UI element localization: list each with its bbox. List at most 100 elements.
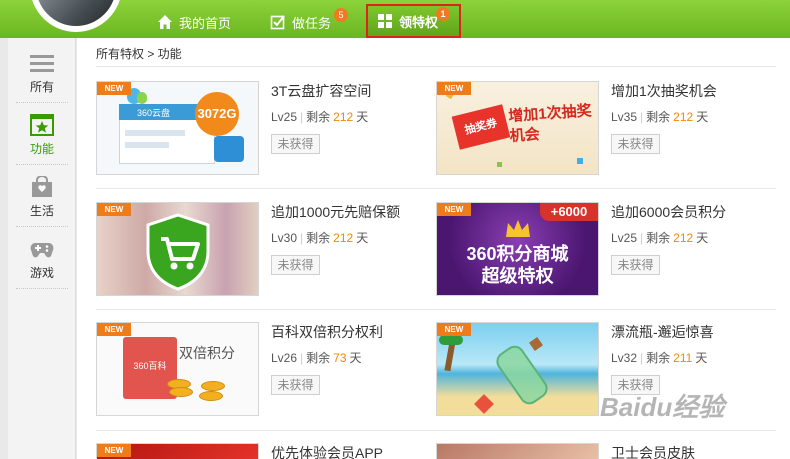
divider bbox=[96, 66, 776, 67]
privilege-card[interactable]: NEW 抽奖券 增加1次抽奖机会 增加1次抽奖机会 Lv35 | 剩余 212 天 未获… bbox=[436, 81, 776, 191]
card-title[interactable]: 追加6000会员积分 bbox=[611, 202, 726, 222]
divider bbox=[16, 102, 68, 103]
nav-tasks[interactable]: 做任务 5 bbox=[270, 6, 348, 38]
new-tag: NEW bbox=[97, 323, 131, 336]
card-thumbnail[interactable]: NEW bbox=[96, 202, 259, 296]
card-status: 未获得 bbox=[271, 134, 320, 154]
new-tag: NEW bbox=[437, 82, 471, 95]
points-mall-image: +6000 360积分商城 超级特权 bbox=[437, 203, 598, 295]
card-thumbnail[interactable]: NEW 360云盘 3072G bbox=[96, 81, 259, 175]
card-title[interactable]: 百科双倍积分权利 bbox=[271, 322, 383, 342]
card-thumbnail[interactable]: NEW bbox=[436, 322, 599, 416]
top-bar: 我的首页 做任务 5 领特权 1 bbox=[0, 0, 790, 38]
sidebar-item-games[interactable]: 游戏 bbox=[8, 228, 76, 288]
lottery-ticket-image: 抽奖券 增加1次抽奖机会 bbox=[437, 82, 598, 174]
privilege-card[interactable]: NEW 追加1000元先赔保额 Lv30 | 剩余 212 天 未获得 bbox=[96, 202, 436, 312]
privilege-card[interactable]: NEW 360百科 双倍积分 百科双倍积分权利 Lv26 | 剩余 73 天 未获得 bbox=[96, 322, 436, 432]
nav-privileges[interactable]: 领特权 1 bbox=[366, 4, 461, 38]
crown-icon bbox=[506, 220, 530, 237]
sidebar-item-label: 生活 bbox=[29, 204, 54, 218]
privileges-badge: 1 bbox=[436, 7, 450, 21]
card-level: Lv25 bbox=[271, 110, 298, 124]
nav-tasks-label: 做任务 bbox=[292, 15, 332, 31]
card-days-unit: 天 bbox=[356, 110, 369, 124]
sidebar: 所有 功能 生活 游戏 bbox=[8, 38, 76, 459]
card-remain-label: 剩余 bbox=[306, 351, 331, 365]
privilege-card[interactable]: NEW +6000 360积分商城 超级特权 追加6000会员积分 Lv25 | 剩… bbox=[436, 202, 776, 312]
sidebar-item-all[interactable]: 所有 bbox=[8, 42, 76, 102]
art-text: 增加1次抽奖机会 bbox=[507, 102, 593, 146]
card-level: Lv35 bbox=[611, 110, 638, 124]
card-thumbnail[interactable] bbox=[436, 443, 599, 459]
sidebar-item-label: 游戏 bbox=[29, 266, 54, 280]
card-meta: Lv25 | 剩余 212 天 bbox=[271, 110, 369, 124]
card-days-unit: 天 bbox=[356, 231, 369, 245]
card-level: Lv26 bbox=[271, 351, 298, 365]
art-subtext: 超级特权 bbox=[481, 266, 554, 286]
card-days: 211 bbox=[673, 351, 693, 365]
card-level: Lv32 bbox=[611, 351, 638, 365]
gamepad-icon bbox=[30, 243, 54, 258]
capacity-badge: 3072G bbox=[195, 92, 239, 136]
sidebar-item-label: 功能 bbox=[29, 142, 54, 156]
star-icon bbox=[30, 114, 54, 136]
card-thumbnail[interactable]: NEW 抽奖券 增加1次抽奖机会 bbox=[436, 81, 599, 175]
skin-image bbox=[437, 444, 598, 459]
card-thumbnail[interactable]: NEW +6000 360积分商城 超级特权 bbox=[436, 202, 599, 296]
card-meta: Lv30 | 剩余 212 天 bbox=[271, 231, 369, 245]
card-title[interactable]: 增加1次抽奖机会 bbox=[611, 81, 717, 101]
card-meta: Lv25 | 剩余 212 天 bbox=[611, 231, 709, 245]
card-thumbnail[interactable]: NEW bbox=[96, 443, 259, 459]
card-title[interactable]: 3T云盘扩容空间 bbox=[271, 81, 371, 101]
card-level: Lv30 bbox=[271, 231, 298, 245]
card-status: 未获得 bbox=[271, 255, 320, 275]
privilege-card[interactable]: 卫士会员皮肤 bbox=[436, 443, 776, 459]
privilege-card[interactable]: NEW 360云盘 3072G 3T云盘扩容空间 Lv25 | 剩余 212 天 未获得 bbox=[96, 81, 436, 191]
card-remain-label: 剩余 bbox=[646, 110, 671, 124]
checkbox-icon bbox=[270, 15, 285, 30]
new-tag: NEW bbox=[97, 203, 131, 216]
tasks-badge: 5 bbox=[334, 8, 348, 22]
art-subtext: 360云盘 bbox=[137, 108, 171, 118]
card-meta: Lv32 | 剩余 211 天 bbox=[611, 351, 708, 365]
card-meta: Lv26 | 剩余 73 天 bbox=[271, 351, 362, 365]
card-remain-label: 剩余 bbox=[646, 351, 671, 365]
shopping-shield-image bbox=[97, 203, 258, 295]
new-tag: NEW bbox=[97, 444, 131, 457]
art-text: 双倍积分 bbox=[179, 345, 235, 361]
bag-icon bbox=[32, 176, 52, 197]
nav-privileges-label: 领特权 bbox=[399, 14, 439, 30]
encyclopedia-book-image: 360百科 双倍积分 bbox=[97, 323, 258, 415]
divider bbox=[96, 188, 436, 189]
cloud-disk-image: 360云盘 3072G bbox=[97, 82, 258, 174]
card-title[interactable]: 卫士会员皮肤 bbox=[611, 443, 695, 459]
new-tag: NEW bbox=[437, 203, 471, 216]
divider bbox=[96, 430, 436, 431]
list-icon bbox=[30, 55, 54, 72]
home-icon bbox=[158, 15, 172, 29]
privilege-card[interactable]: NEW 优先体验会员APP bbox=[96, 443, 436, 459]
divider bbox=[436, 309, 776, 310]
card-title[interactable]: 追加1000元先赔保额 bbox=[271, 202, 400, 222]
breadcrumb: 所有特权 > 功能 bbox=[96, 47, 182, 61]
divider bbox=[16, 288, 68, 289]
card-thumbnail[interactable]: NEW 360百科 双倍积分 bbox=[96, 322, 259, 416]
nav-home[interactable]: 我的首页 bbox=[157, 6, 231, 38]
sidebar-item-life[interactable]: 生活 bbox=[8, 166, 76, 226]
divider bbox=[436, 430, 776, 431]
card-days: 212 bbox=[673, 110, 694, 124]
card-title[interactable]: 优先体验会员APP bbox=[271, 443, 383, 459]
card-status: 未获得 bbox=[611, 134, 660, 154]
new-tag: NEW bbox=[97, 82, 131, 95]
card-days-unit: 天 bbox=[349, 351, 362, 365]
card-days-unit: 天 bbox=[696, 110, 709, 124]
avatar[interactable] bbox=[30, 0, 122, 32]
card-days: 212 bbox=[333, 110, 354, 124]
card-title[interactable]: 漂流瓶-邂逅惊喜 bbox=[611, 322, 714, 342]
card-days: 212 bbox=[333, 231, 354, 245]
nav-home-label: 我的首页 bbox=[179, 15, 232, 31]
new-tag: NEW bbox=[437, 323, 471, 336]
card-remain-label: 剩余 bbox=[306, 231, 331, 245]
sidebar-item-function[interactable]: 功能 bbox=[8, 104, 76, 164]
card-days: 73 bbox=[333, 351, 347, 365]
